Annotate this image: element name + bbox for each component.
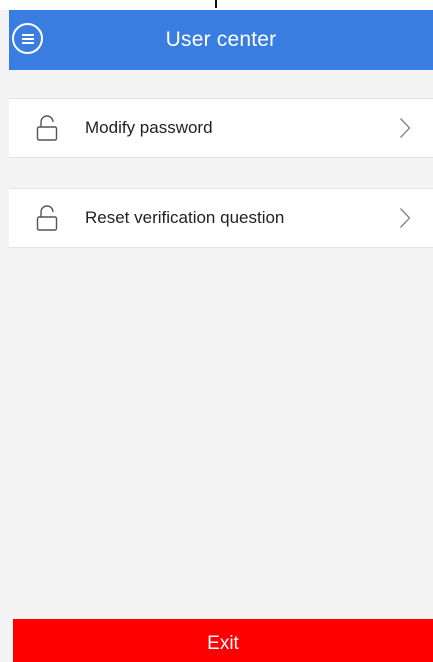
menu-item-label: Reset verification question [85,208,285,227]
status-bar-notch [215,0,217,8]
unlock-icon [36,115,58,141]
menu-item-label: Modify password [85,118,213,137]
section-spacer [9,70,433,98]
app-header: User center [9,10,433,70]
reset-verification-question-item[interactable]: Reset verification question [9,188,433,248]
menu-button[interactable] [12,23,43,54]
page-title: User center [165,28,277,51]
chevron-right-icon [399,208,411,228]
menu-circle-icon [21,33,34,44]
modify-password-item[interactable]: Modify password [9,98,433,158]
exit-button[interactable]: Exit [13,619,433,662]
unlock-icon [36,205,58,231]
status-bar [0,0,433,10]
exit-button-label: Exit [207,633,239,654]
section-spacer [9,158,433,188]
chevron-right-icon [399,118,411,138]
